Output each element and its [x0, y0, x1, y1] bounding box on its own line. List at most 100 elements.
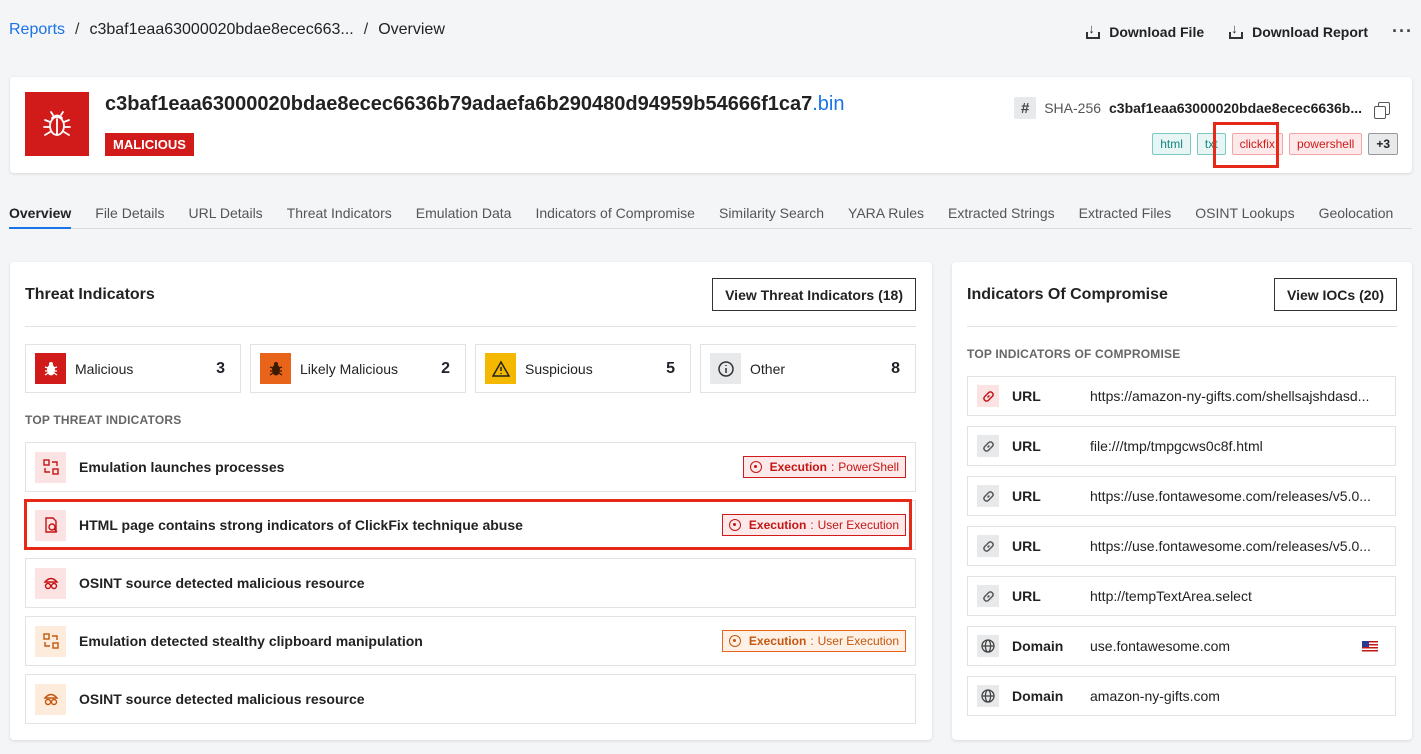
ioc-value: file:///tmp/tmpgcws0c8f.html: [1090, 438, 1263, 454]
download-file-button[interactable]: Download File: [1085, 21, 1205, 40]
download-file-label: Download File: [1109, 23, 1205, 40]
threat-indicator-row[interactable]: HTML page contains strong indicators of …: [25, 500, 916, 550]
breadcrumb-hash-link[interactable]: c3baf1eaa63000020bdae8ecec663...: [89, 21, 353, 39]
top-bar: Reports / c3baf1eaa63000020bdae8ecec663.…: [0, 0, 1421, 62]
verdict-counts: Malicious 3 Likely Malicious 2 Suspiciou…: [25, 344, 916, 393]
ioc-row[interactable]: Domain amazon-ny-gifts.com: [967, 676, 1396, 716]
breadcrumb-reports-link[interactable]: Reports: [9, 21, 65, 39]
tab-extracted-files[interactable]: Extracted Files: [1079, 205, 1172, 229]
ioc-value: http://tempTextArea.select: [1090, 588, 1252, 604]
mitre-tag[interactable]: Execution : PowerShell: [742, 456, 906, 478]
ioc-list: URL https://amazon-ny-gifts.com/shellsaj…: [967, 376, 1396, 726]
copy-icon[interactable]: [1374, 101, 1390, 119]
tab-bar: Overview File Details URL Details Threat…: [9, 205, 1412, 229]
ioc-value: https://use.fontawesome.com/releases/v5.…: [1090, 538, 1371, 554]
link-icon: [977, 585, 999, 607]
mitre-technique: PowerShell: [838, 460, 899, 474]
sha256-value: c3baf1eaa63000020bdae8ecec6636b...: [1109, 100, 1362, 116]
threat-indicators-title: Threat Indicators: [25, 286, 155, 303]
tab-similarity-search[interactable]: Similarity Search: [719, 205, 824, 229]
breadcrumb: Reports / c3baf1eaa63000020bdae8ecec663.…: [9, 21, 445, 39]
ioc-type: URL: [1012, 588, 1041, 604]
process-icon: [35, 625, 66, 657]
count-value: 5: [666, 359, 675, 377]
osint-spy-icon: [35, 567, 66, 599]
ioc-row[interactable]: URL https://use.fontawesome.com/releases…: [967, 476, 1396, 516]
highlight-box-clickfix: [1213, 122, 1279, 168]
mitre-tag[interactable]: Execution : User Execution: [721, 630, 906, 652]
count-value: 8: [891, 359, 900, 377]
tag-powershell[interactable]: powershell: [1288, 133, 1363, 155]
download-report-label: Download Report: [1252, 23, 1369, 40]
more-tags-button[interactable]: +3: [1368, 133, 1398, 155]
process-icon: [35, 451, 66, 483]
breadcrumb-current: Overview: [378, 21, 445, 38]
ioc-value: https://amazon-ny-gifts.com/shellsajshda…: [1090, 388, 1370, 404]
verdict-badge: MALICIOUS: [105, 133, 194, 156]
tab-file-details[interactable]: File Details: [95, 205, 164, 229]
ioc-row[interactable]: Domain use.fontawesome.com: [967, 626, 1396, 666]
ioc-type: Domain: [1012, 688, 1064, 704]
count-malicious[interactable]: Malicious 3: [25, 344, 241, 393]
ioc-value: use.fontawesome.com: [1090, 638, 1231, 654]
hash-icon: #: [1014, 97, 1037, 119]
mitre-technique: User Execution: [817, 634, 899, 648]
osint-spy-icon: [35, 683, 66, 715]
count-likely-malicious[interactable]: Likely Malicious 2: [250, 344, 466, 393]
breadcrumb-separator: /: [75, 21, 80, 38]
link-icon: [977, 485, 999, 507]
malicious-bug-icon: [35, 353, 66, 384]
file-hash-title: c3baf1eaa63000020bdae8ecec6636b79adaefa6…: [105, 93, 845, 116]
top-iocs-label: TOP INDICATORS OF COMPROMISE: [967, 347, 1181, 361]
download-icon: [1228, 21, 1244, 40]
threat-indicator-row[interactable]: Emulation detected stealthy clipboard ma…: [25, 616, 916, 666]
mitre-tag[interactable]: Execution : User Execution: [721, 514, 906, 536]
threat-indicator-row[interactable]: OSINT source detected malicious resource: [25, 558, 916, 608]
threat-indicator-text: Emulation detected stealthy clipboard ma…: [79, 633, 423, 649]
mitre-tactic: Execution: [748, 518, 807, 532]
link-icon: [977, 385, 999, 407]
mitre-tactic: Execution: [769, 460, 827, 474]
view-threat-indicators-button[interactable]: View Threat Indicators (18): [712, 278, 916, 311]
mitre-tactic: Execution: [748, 634, 807, 648]
tab-emulation-data[interactable]: Emulation Data: [416, 205, 512, 229]
tag-html[interactable]: html: [1152, 133, 1191, 155]
tab-geolocation[interactable]: Geolocation: [1319, 205, 1394, 229]
tab-threat-indicators[interactable]: Threat Indicators: [287, 205, 392, 229]
threat-indicator-text: OSINT source detected malicious resource: [79, 575, 365, 591]
ioc-row[interactable]: URL http://tempTextArea.select: [967, 576, 1396, 616]
ioc-value: amazon-ny-gifts.com: [1090, 688, 1220, 704]
count-other[interactable]: Other 8: [700, 344, 916, 393]
tab-overview[interactable]: Overview: [9, 205, 72, 229]
view-iocs-button[interactable]: View IOCs (20): [1273, 278, 1397, 311]
sha256-row: # SHA-256 c3baf1eaa63000020bdae8ecec6636…: [1014, 97, 1390, 119]
tab-indicators-of-compromise[interactable]: Indicators of Compromise: [535, 205, 695, 229]
more-options-icon[interactable]: ···: [1392, 21, 1413, 42]
ioc-row[interactable]: URL https://amazon-ny-gifts.com/shellsaj…: [967, 376, 1396, 416]
top-threat-indicators-label: TOP THREAT INDICATORS: [25, 413, 182, 427]
ioc-row[interactable]: URL https://use.fontawesome.com/releases…: [967, 526, 1396, 566]
iocs-title: Indicators Of Compromise: [967, 286, 1168, 303]
threat-indicator-row[interactable]: Emulation launches processes Execution :…: [25, 442, 916, 492]
count-label: Suspicious: [525, 360, 593, 377]
mitre-technique: User Execution: [817, 518, 899, 532]
tab-extracted-strings[interactable]: Extracted Strings: [948, 205, 1055, 229]
globe-icon: [977, 635, 999, 657]
warning-icon: [485, 353, 516, 384]
tab-url-details[interactable]: URL Details: [189, 205, 263, 229]
download-report-button[interactable]: Download Report: [1228, 21, 1369, 40]
tab-osint-lookups[interactable]: OSINT Lookups: [1195, 205, 1294, 229]
tab-yara-rules[interactable]: YARA Rules: [848, 205, 924, 229]
file-header-card: c3baf1eaa63000020bdae8ecec6636b79adaefa6…: [10, 77, 1412, 173]
count-suspicious[interactable]: Suspicious 5: [475, 344, 691, 393]
threat-indicator-text: OSINT source detected malicious resource: [79, 691, 365, 707]
html-file-icon: [35, 509, 66, 541]
ioc-type: URL: [1012, 538, 1041, 554]
ioc-row[interactable]: URL file:///tmp/tmpgcws0c8f.html: [967, 426, 1396, 466]
globe-icon: [977, 685, 999, 707]
threat-indicator-row[interactable]: OSINT source detected malicious resource: [25, 674, 916, 724]
threat-indicator-list: Emulation launches processes Execution :…: [25, 442, 916, 732]
ioc-value: https://use.fontawesome.com/releases/v5.…: [1090, 488, 1371, 504]
us-flag-icon: [1362, 640, 1378, 652]
download-icon: [1085, 21, 1101, 40]
